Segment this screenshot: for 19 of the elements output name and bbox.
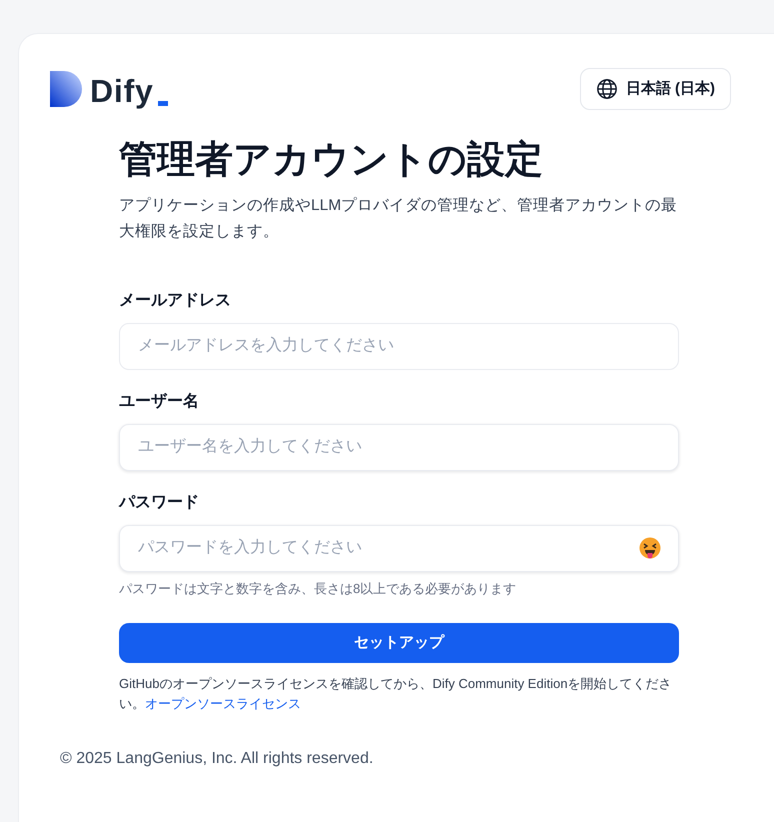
license-link[interactable]: オープンソースライセンス [145, 696, 301, 711]
subtitle: アプリケーションの作成やLLMプロバイダの管理など、管理者アカウントの最大権限を設定します。 [119, 196, 678, 242]
input-field[interactable]: メールアドレスを入力してください [119, 322, 679, 370]
logo-icon [50, 71, 82, 107]
language-button[interactable]: 日本語 (日本) [580, 68, 731, 110]
field-label: メールアドレス [119, 290, 232, 310]
page-title: 管理者アカウントの設定 [119, 138, 544, 183]
password-hint: パスワードは文字と数字を含み、長さは8以上である必要があります [119, 580, 518, 598]
copyright: © 2025 LangGenius, Inc. All rights reserved. [60, 749, 374, 769]
logo-text: Dify [90, 75, 154, 107]
globe-icon [596, 78, 618, 100]
field-label: パスワード [119, 492, 200, 512]
show-password-icon[interactable] [639, 536, 661, 558]
input-field[interactable]: ユーザー名を入力してください [119, 424, 679, 470]
license-note: GitHubのオープンソースライセンスを確認してから、Dify Community Editionを開始してください。オープンソースライセンス [119, 675, 673, 713]
input-field[interactable]: パスワードを入力してください [119, 524, 679, 572]
setup-button[interactable]: セットアップ [119, 623, 679, 663]
cursor-mark [158, 101, 168, 106]
field-label: ユーザー名 [119, 392, 200, 412]
